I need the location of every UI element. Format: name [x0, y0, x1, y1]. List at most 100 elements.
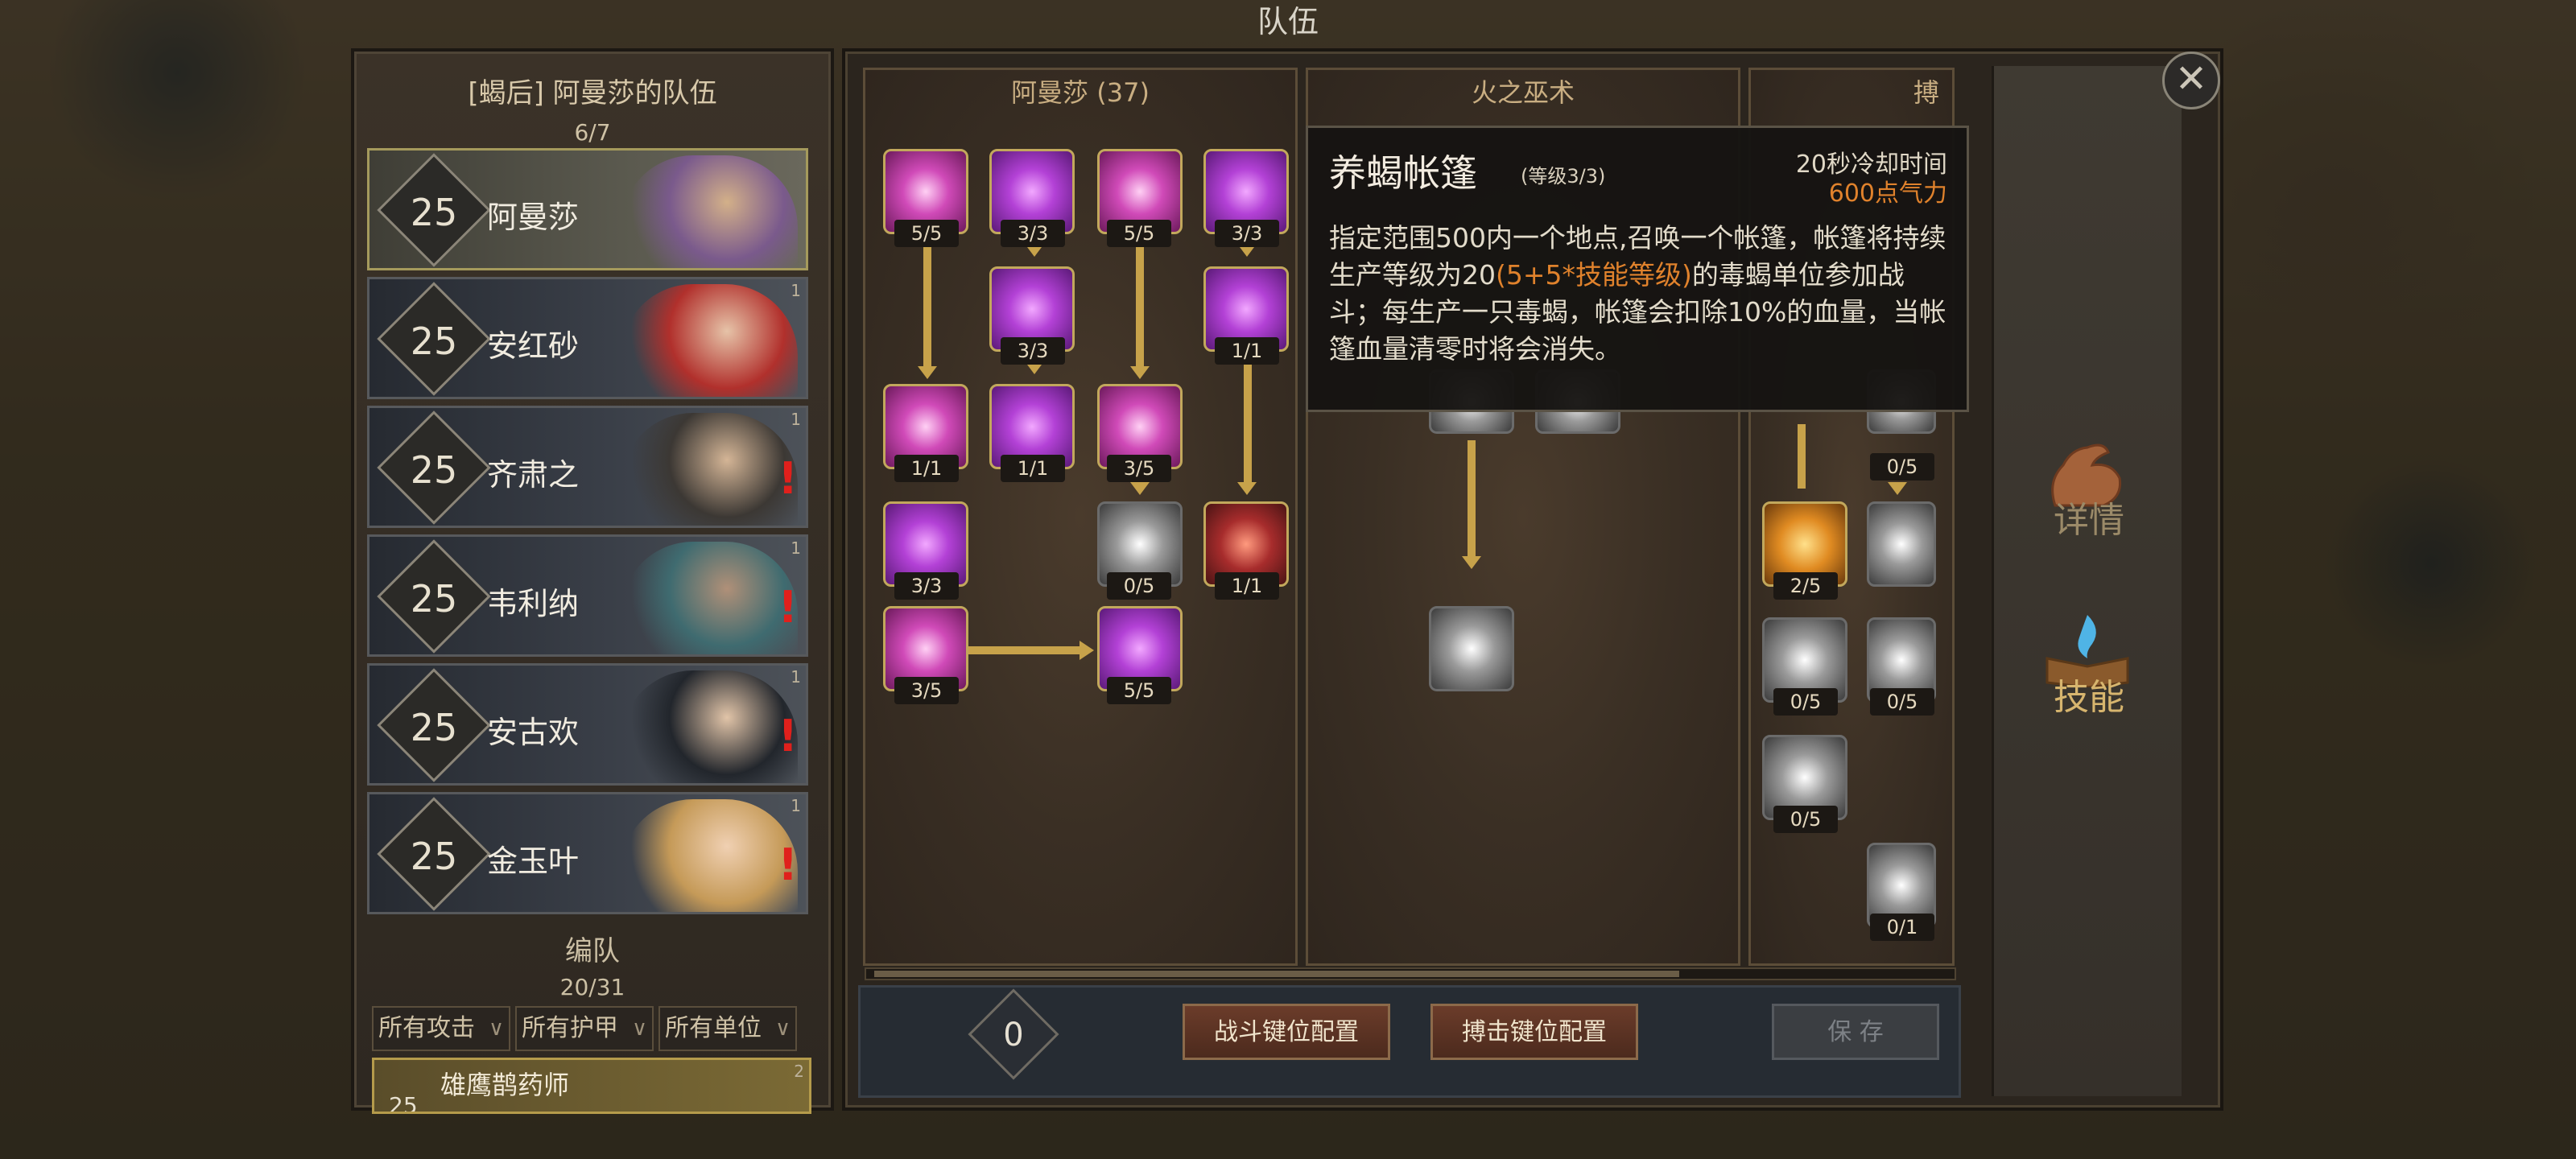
formation-count: 20/31 — [559, 974, 625, 1000]
armor-filter[interactable]: 所有护甲 ∨ — [515, 1006, 654, 1051]
hero-name: 安古欢 — [487, 715, 580, 750]
hero-card-qisuzhi[interactable]: 25 齐肃之 ! 1 — [367, 406, 808, 528]
team-count: 6/7 — [574, 119, 611, 146]
unit-name: 雄鹰鹊药师 — [440, 1070, 570, 1100]
attack-filter[interactable]: 所有攻击 ∨ — [372, 1006, 510, 1051]
tab-label: 技能 — [2054, 677, 2124, 718]
hero-name: 金玉叶 — [487, 843, 580, 879]
hero-name: 安红砂 — [487, 328, 580, 364]
hero-portrait — [621, 284, 798, 397]
skill-level: 5/5 — [894, 220, 959, 247]
hero-rank: 1 — [791, 410, 801, 429]
arrow-icon — [1080, 641, 1094, 660]
skill-level: 3/3 — [894, 572, 959, 600]
tooltip-title: 养蝎帐篷 — [1329, 151, 1477, 195]
bottom-bar: 0 战斗键位配置 搏击键位配置 保 存 — [858, 985, 1961, 1098]
skill-level: 1/1 — [894, 455, 959, 482]
filter-label: 所有单位 — [665, 1014, 762, 1042]
connector — [1798, 424, 1806, 489]
close-icon: ✕ — [2174, 56, 2208, 101]
grapple-keys-button[interactable]: 搏击键位配置 — [1430, 1004, 1638, 1060]
hero-card-anhongsha[interactable]: 25 安红砂 1 — [367, 277, 808, 399]
tab-skills[interactable]: 技能 — [1994, 605, 2184, 726]
hero-portrait — [621, 413, 798, 526]
tab-label: 详情 — [2054, 500, 2124, 541]
skill-icon[interactable] — [1867, 501, 1936, 587]
side-tabs: 详情 技能 — [1992, 66, 2182, 1096]
window-title: 队伍 — [1257, 4, 1319, 39]
tab-details[interactable]: 详情 — [1994, 428, 2184, 549]
hero-name: 阿曼莎 — [487, 200, 580, 235]
arrow-icon — [1237, 482, 1257, 495]
skill-level: 0/5 — [1773, 806, 1838, 833]
connector — [1468, 440, 1476, 561]
unit-rank: 2 — [794, 1062, 804, 1081]
skill-level: 0/5 — [1870, 453, 1934, 481]
filter-row: 所有攻击 ∨ 所有护甲 ∨ 所有单位 ∨ — [372, 1006, 797, 1051]
hero-rank: 1 — [791, 796, 801, 815]
skill-level: 2/5 — [1773, 572, 1838, 600]
hero-card-anguhuan[interactable]: 25 安古欢 ! 1 — [367, 663, 808, 786]
chevron-down-icon: ∨ — [631, 1017, 647, 1041]
skill-points: 0 — [1003, 1017, 1024, 1054]
tree-header: 搏 — [1913, 77, 1939, 108]
team-panel: [蝎后] 阿曼莎的队伍 6/7 25 阿曼莎 25 安红砂 1 25 齐肃之 !… — [351, 48, 834, 1114]
hero-card-weilina[interactable]: 25 韦利纳 ! 1 — [367, 534, 808, 657]
chevron-down-icon: ∨ — [774, 1017, 791, 1041]
connector — [967, 646, 1080, 654]
horizontal-scrollbar[interactable] — [865, 967, 1956, 980]
tooltip-cost: 600点气力 — [1828, 179, 1947, 208]
hero-card-jinyuye[interactable]: 25 金玉叶 ! 1 — [367, 792, 808, 914]
connector — [1136, 244, 1144, 373]
hero-rank: 1 — [791, 538, 801, 558]
skill-level: 3/5 — [894, 677, 959, 704]
save-button[interactable]: 保 存 — [1772, 1004, 1939, 1060]
hero-level: 25 — [410, 448, 458, 492]
tree-header: 阿曼莎 (37) — [1011, 77, 1150, 108]
hero-portrait — [621, 799, 798, 912]
hero-level: 25 — [410, 706, 458, 749]
alert-icon: ! — [778, 582, 798, 633]
hero-portrait — [621, 155, 798, 268]
formation-title: 编队 — [565, 935, 620, 967]
skill-level: 5/5 — [1107, 220, 1171, 247]
unit-card[interactable]: 雄鹰鹊药师 25 2 — [372, 1058, 811, 1114]
hero-name: 韦利纳 — [487, 586, 580, 621]
hero-rank: 1 — [791, 667, 801, 687]
tooltip-level: (等级3/3) — [1521, 165, 1606, 188]
skill-level: 1/1 — [1215, 337, 1279, 365]
battle-keys-button[interactable]: 战斗键位配置 — [1183, 1004, 1390, 1060]
skill-level: 1/1 — [1001, 455, 1065, 482]
arrow-icon — [1130, 482, 1150, 495]
arrow-icon — [1462, 556, 1481, 569]
arrow-icon — [1888, 482, 1907, 495]
connector — [923, 244, 931, 373]
arrow-icon — [918, 366, 937, 379]
hero-level: 25 — [410, 577, 458, 621]
hero-portrait — [621, 542, 798, 654]
skill-level: 3/3 — [1001, 220, 1065, 247]
skill-icon[interactable] — [1429, 606, 1514, 691]
hero-name: 齐肃之 — [487, 457, 580, 493]
skill-level: 3/3 — [1001, 337, 1065, 365]
skill-level: 3/5 — [1107, 455, 1171, 482]
close-button[interactable]: ✕ — [2162, 52, 2220, 109]
tree-header: 火之巫术 — [1471, 77, 1575, 108]
desc-highlight: (5+5*技能等级) — [1496, 259, 1692, 291]
hero-level: 25 — [410, 835, 458, 878]
filter-label: 所有攻击 — [378, 1014, 475, 1042]
unit-filter[interactable]: 所有单位 ∨ — [658, 1006, 797, 1051]
hero-card-amansha[interactable]: 25 阿曼莎 — [367, 148, 808, 270]
skill-level: 1/1 — [1215, 572, 1279, 600]
scrollbar-thumb[interactable] — [874, 971, 1679, 977]
hero-rank: 1 — [791, 281, 801, 300]
team-title: [蝎后] 阿曼莎的队伍 — [468, 77, 717, 109]
skill-level: 0/5 — [1870, 688, 1934, 716]
hero-list: 25 阿曼莎 25 安红砂 1 25 齐肃之 ! 1 25 韦利纳 ! 1 25… — [367, 148, 808, 921]
hero-level: 25 — [410, 191, 458, 234]
skill-level: 3/3 — [1215, 220, 1279, 247]
hero-portrait — [621, 670, 798, 783]
skill-level: 0/1 — [1870, 914, 1934, 941]
tooltip-description: 指定范围500内一个地点,召唤一个帐篷，帐篷将持续生产等级为20(5+5*技能等… — [1329, 220, 1957, 368]
arrow-icon — [1130, 366, 1150, 379]
